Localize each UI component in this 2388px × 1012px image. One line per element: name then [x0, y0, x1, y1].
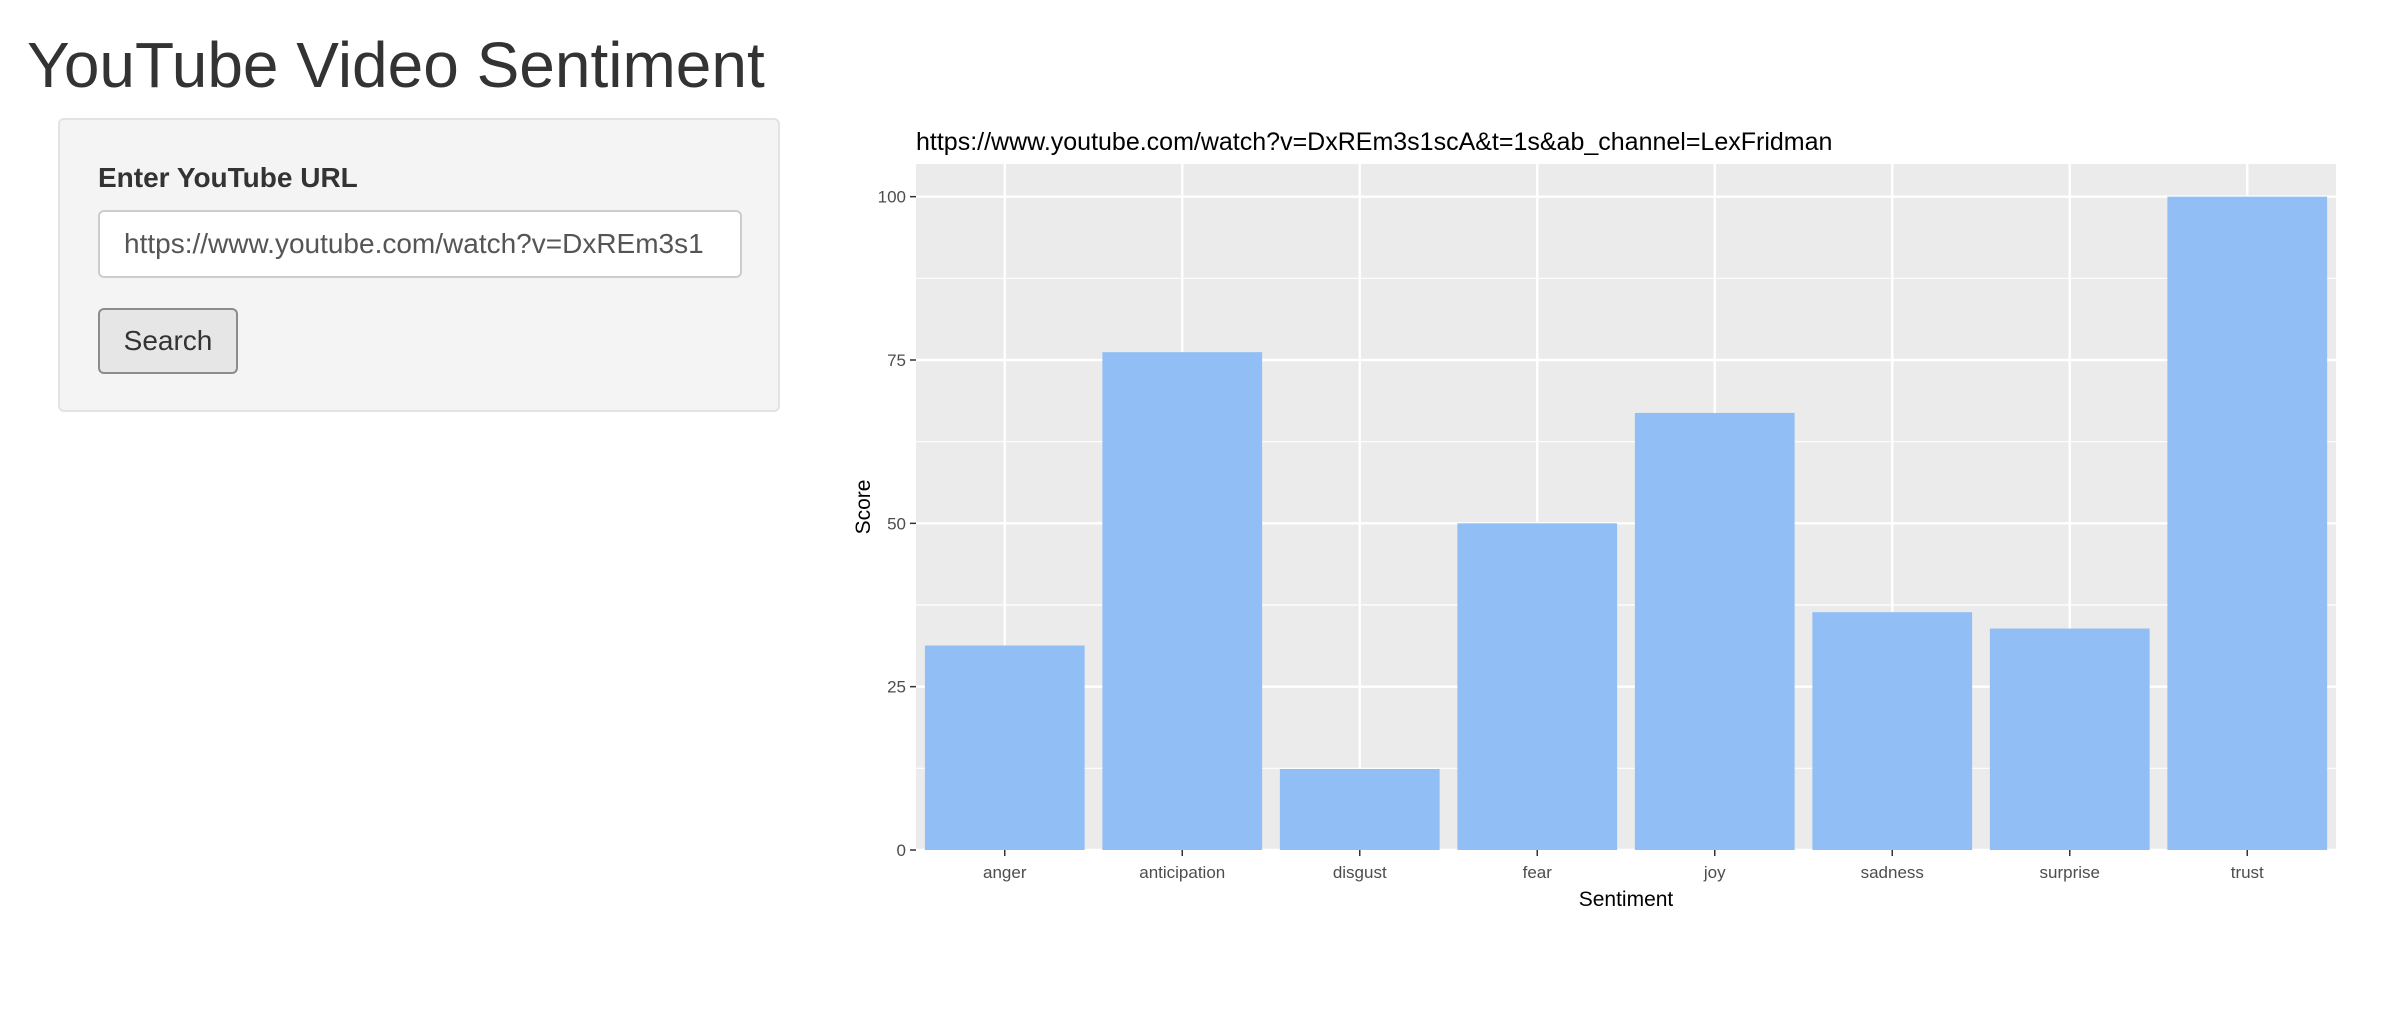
- x-tick-label: trust: [2231, 863, 2264, 882]
- url-input-label: Enter YouTube URL: [98, 162, 358, 193]
- bar-sadness: [1812, 612, 1973, 850]
- bar-fear: [1457, 523, 1618, 850]
- bar-surprise: [1989, 628, 2150, 850]
- x-axis-label: Sentiment: [1579, 888, 1674, 911]
- youtube-url-input[interactable]: [98, 210, 742, 278]
- x-tick-label: fear: [1523, 863, 1553, 882]
- x-tick-label: surprise: [2040, 863, 2100, 882]
- bar-joy: [1634, 412, 1795, 850]
- x-tick-label: joy: [1703, 863, 1726, 882]
- chart-title: https://www.youtube.com/watch?v=DxREm3s1…: [916, 128, 1832, 156]
- y-tick-label: 100: [878, 188, 906, 207]
- x-tick-label: anticipation: [1139, 863, 1225, 882]
- y-tick-label: 75: [887, 351, 906, 370]
- y-tick-label: 0: [897, 841, 906, 860]
- y-tick-label: 25: [887, 678, 906, 697]
- search-button[interactable]: Search: [98, 308, 238, 374]
- bar-disgust: [1279, 768, 1440, 850]
- y-axis-label: Score: [852, 480, 875, 535]
- bar-trust: [2167, 196, 2328, 851]
- sentiment-bar-chart: 0 25 50 75 100 anger anticipation disgust fear jo…: [852, 128, 2336, 911]
- bar-anger: [924, 645, 1085, 850]
- x-tick-label: anger: [983, 863, 1027, 882]
- x-tick-label: disgust: [1333, 863, 1387, 882]
- page-title: YouTube Video Sentiment: [27, 29, 765, 101]
- sentiment-chart: 0 25 50 75 100 anger anticipation disgust fear jo…: [840, 110, 2360, 930]
- bar-anticipation: [1102, 352, 1263, 850]
- search-panel: Enter YouTube URL Search: [58, 118, 780, 412]
- y-tick-label: 50: [887, 514, 906, 533]
- x-tick-label: sadness: [1861, 863, 1924, 882]
